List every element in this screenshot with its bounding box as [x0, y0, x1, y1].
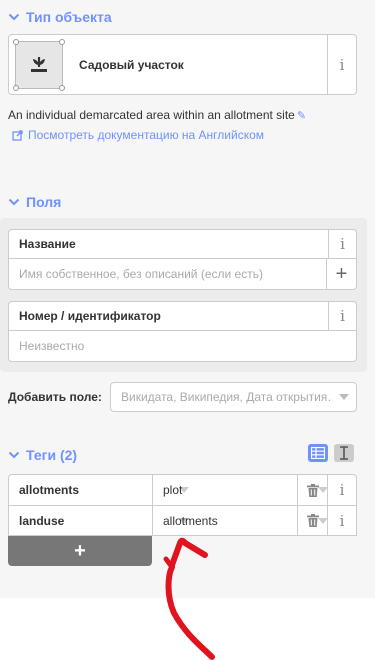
- tags-section-title: Теги (2): [26, 447, 78, 463]
- tags-section-header[interactable]: Теги (2): [8, 447, 77, 463]
- preset-card[interactable]: Садовый участок i: [8, 34, 357, 95]
- resize-handle: [59, 38, 65, 45]
- preset-description-text: An individual demarcated area within an …: [8, 108, 295, 122]
- tag-value-cell: [153, 475, 328, 505]
- preset-description: An individual demarcated area within an …: [8, 108, 306, 122]
- tag-value-input[interactable]: [153, 475, 318, 505]
- preset-info-button[interactable]: i: [328, 35, 356, 94]
- documentation-link[interactable]: Посмотреть документацию на Английском: [12, 128, 264, 142]
- external-link-icon: [12, 129, 23, 141]
- ref-field-input-row: [9, 331, 356, 361]
- ref-input[interactable]: [9, 331, 356, 361]
- resize-handle: [13, 84, 19, 91]
- tag-table: i i: [8, 474, 357, 536]
- name-field-label: Название: [19, 237, 76, 251]
- garden-plot-icon: [15, 40, 63, 89]
- tag-row: i: [8, 505, 357, 536]
- add-field-label: Добавить поле:: [8, 390, 102, 404]
- edit-pencil-icon[interactable]: ✎: [297, 110, 306, 122]
- text-cursor-icon: [340, 446, 348, 460]
- delete-tag-button[interactable]: [298, 506, 328, 535]
- name-input[interactable]: [9, 259, 326, 289]
- add-field-combo[interactable]: [110, 382, 357, 412]
- delete-tag-button[interactable]: [298, 475, 328, 505]
- tag-row: i: [8, 474, 357, 505]
- table-icon: [311, 447, 325, 459]
- name-field-info-button[interactable]: i: [328, 229, 356, 259]
- chevron-down-icon: [8, 198, 20, 206]
- red-arrow-annotation: [163, 537, 215, 660]
- name-field: Название i +: [8, 229, 357, 290]
- name-field-label-row: Название i: [9, 229, 356, 259]
- ref-field-label: Номер / идентификатор: [19, 309, 161, 323]
- text-view-button[interactable]: [334, 444, 354, 462]
- preset-name: Садовый участок: [79, 57, 184, 72]
- caret-down-icon[interactable]: [332, 394, 356, 400]
- resize-handle: [59, 84, 65, 91]
- preset-icon-frame: [9, 35, 69, 95]
- chevron-down-icon: [8, 451, 20, 459]
- preset-section-header[interactable]: Тип объекта: [8, 9, 112, 25]
- ref-field-info-button[interactable]: i: [328, 301, 356, 331]
- chevron-down-icon: [8, 13, 20, 21]
- inspector-panel: Тип объекта Садовый участок i An individ…: [0, 0, 375, 598]
- fields-section-title: Поля: [26, 194, 62, 210]
- tag-info-button[interactable]: i: [328, 475, 356, 505]
- preset-selector[interactable]: Садовый участок: [9, 35, 328, 94]
- ref-field-label-row: Номер / идентификатор i: [9, 301, 356, 331]
- add-localized-name-button[interactable]: +: [326, 259, 356, 289]
- add-field-input[interactable]: [111, 383, 332, 411]
- resize-handle: [13, 38, 19, 45]
- list-view-button[interactable]: [308, 444, 328, 462]
- fields-section-header[interactable]: Поля: [8, 194, 61, 210]
- tag-view-toggle: [308, 444, 354, 462]
- documentation-link-text: Посмотреть документацию на Английском: [28, 128, 265, 142]
- tag-key-cell: [9, 506, 189, 535]
- tag-info-button[interactable]: i: [328, 506, 356, 535]
- tag-value-input[interactable]: [153, 506, 318, 535]
- trash-icon: [306, 514, 319, 527]
- preset-section-title: Тип объекта: [26, 9, 112, 25]
- tag-key-cell: [9, 475, 189, 505]
- tag-value-cell: [153, 506, 328, 535]
- add-field-row: Добавить поле:: [8, 382, 357, 412]
- name-field-input-row: +: [9, 259, 356, 289]
- add-tag-button[interactable]: +: [8, 536, 152, 566]
- trash-icon: [306, 483, 319, 497]
- ref-field: Номер / идентификатор i: [8, 301, 357, 362]
